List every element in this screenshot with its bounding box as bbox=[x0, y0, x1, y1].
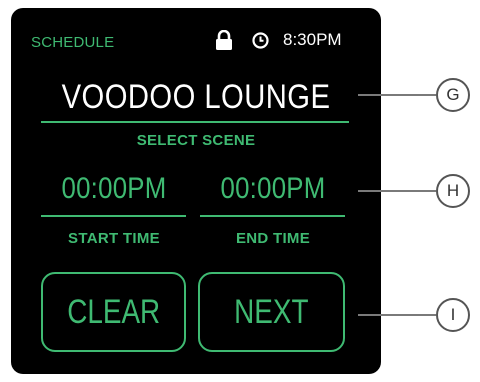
scene-name[interactable]: VOODOO LOUNGE bbox=[37, 78, 355, 117]
clock-icon bbox=[252, 32, 269, 49]
callout-g-line bbox=[358, 94, 436, 96]
lock-icon bbox=[216, 30, 232, 50]
end-time-divider bbox=[200, 215, 345, 217]
clear-button[interactable]: CLEAR bbox=[41, 272, 186, 352]
callout-i: I bbox=[436, 298, 470, 332]
next-button[interactable]: NEXT bbox=[198, 272, 345, 352]
clock-time: 8:30PM bbox=[283, 30, 342, 49]
end-time-label: END TIME bbox=[235, 230, 311, 247]
scene-divider bbox=[41, 121, 349, 123]
end-time-field[interactable]: 00:00PM bbox=[209, 172, 338, 206]
start-time-label: START TIME bbox=[68, 230, 160, 247]
select-scene-label: SELECT SCENE bbox=[136, 132, 256, 149]
start-time-field[interactable]: 00:00PM bbox=[50, 172, 179, 206]
callout-h-line bbox=[358, 190, 436, 192]
start-time-divider bbox=[41, 215, 186, 217]
clear-button-label: CLEAR bbox=[67, 292, 160, 331]
device-screen: SCHEDULE 8:30PM VOODOO LOUNGE SELECT SCE… bbox=[11, 8, 381, 374]
callout-i-line bbox=[358, 314, 436, 316]
callout-g: G bbox=[436, 78, 470, 112]
screen-title: SCHEDULE bbox=[31, 34, 115, 51]
next-button-label: NEXT bbox=[234, 292, 309, 331]
callout-h: H bbox=[436, 174, 470, 208]
